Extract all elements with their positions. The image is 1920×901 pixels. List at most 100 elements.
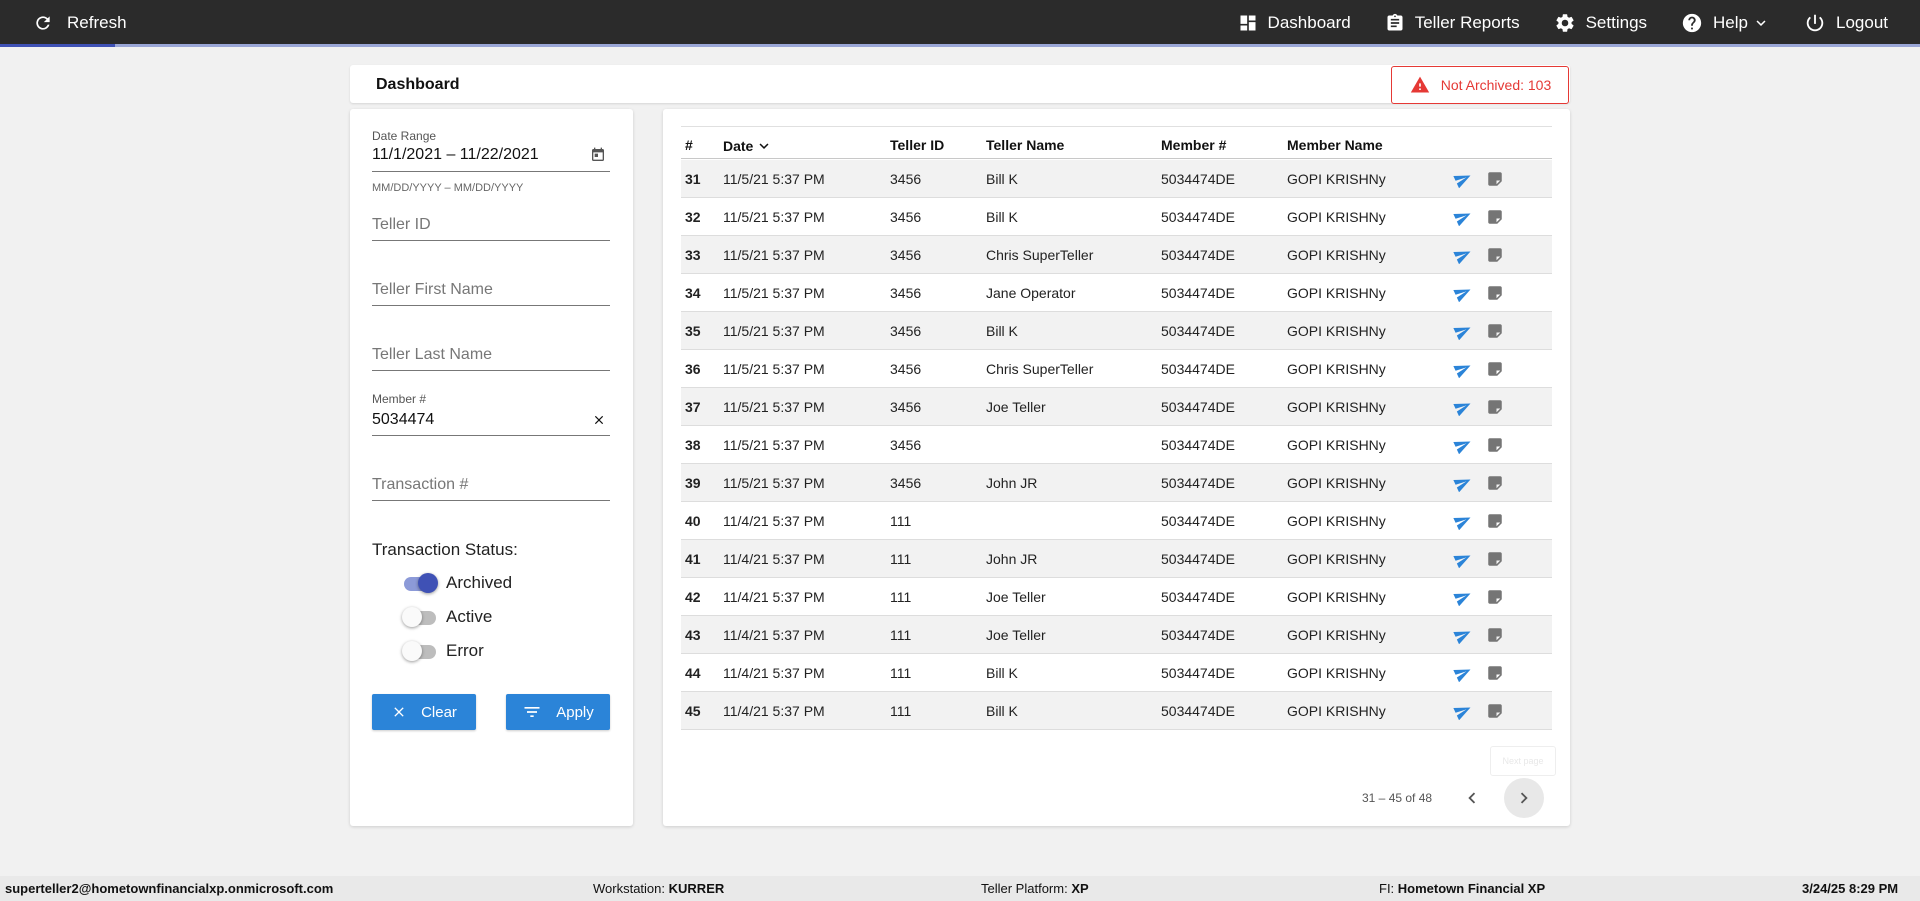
cell-member-name: GOPI KRISHNy	[1287, 589, 1386, 605]
note-icon[interactable]	[1486, 360, 1504, 383]
cell-teller-name: Bill K	[986, 323, 1018, 339]
table-row[interactable]: 38 11/5/21 5:37 PM 3456 5034474DE GOPI KRISH…	[681, 426, 1552, 464]
send-icon[interactable]	[1453, 474, 1473, 497]
nav-logout[interactable]: Logout	[1804, 12, 1888, 34]
clear-member-icon[interactable]	[592, 413, 606, 432]
cell-date: 11/5/21 5:37 PM	[723, 247, 825, 263]
active-switch[interactable]	[402, 607, 436, 627]
table-row[interactable]: 36 11/5/21 5:37 PM 3456 Chris SuperTeller 50…	[681, 350, 1552, 388]
table-row[interactable]: 34 11/5/21 5:37 PM 3456 Jane Operator 503447…	[681, 274, 1552, 312]
nav-settings-label: Settings	[1585, 12, 1648, 32]
cell-date: 11/5/21 5:37 PM	[723, 209, 825, 225]
cell-member-name: GOPI KRISHNy	[1287, 703, 1386, 719]
date-header-label: Date	[723, 138, 754, 154]
nav-dashboard[interactable]: Dashboard	[1238, 13, 1351, 33]
column-header-member-name: Member Name	[1287, 137, 1383, 153]
send-icon[interactable]	[1453, 626, 1473, 649]
cell-teller-name: Joe Teller	[986, 627, 1046, 643]
teller-first-name-input[interactable]: Teller First Name	[372, 279, 610, 306]
table-row[interactable]: 31 11/5/21 5:37 PM 3456 Bill K 5034474DE GOPI…	[681, 160, 1552, 198]
table-row[interactable]: 35 11/5/21 5:37 PM 3456 Bill K 5034474DE GOPI…	[681, 312, 1552, 350]
send-icon[interactable]	[1453, 664, 1473, 687]
cell-teller-id: 111	[890, 513, 912, 529]
note-icon[interactable]	[1486, 436, 1504, 459]
note-icon[interactable]	[1486, 284, 1504, 307]
teller-last-name-input[interactable]: Teller Last Name	[372, 344, 610, 371]
note-icon[interactable]	[1486, 626, 1504, 649]
refresh-icon	[36, 15, 50, 30]
transaction-number-input[interactable]: Transaction #	[372, 474, 610, 501]
note-icon[interactable]	[1486, 322, 1504, 345]
note-icon[interactable]	[1486, 702, 1504, 725]
send-icon[interactable]	[1453, 436, 1473, 459]
table-row[interactable]: 44 11/4/21 5:37 PM 111 Bill K 5034474DE GOPI …	[681, 654, 1552, 692]
refresh-button[interactable]: Refresh	[33, 0, 127, 45]
nav-teller-reports[interactable]: Teller Reports	[1385, 13, 1520, 33]
previous-page-button[interactable]	[1452, 778, 1492, 818]
teller-id-input[interactable]: Teller ID	[372, 214, 610, 241]
chevron-right-icon	[1520, 792, 1528, 804]
send-icon[interactable]	[1453, 322, 1473, 345]
help-icon	[1682, 13, 1702, 32]
close-icon	[394, 707, 404, 717]
cell-teller-id: 111	[890, 703, 912, 719]
note-icon[interactable]	[1486, 398, 1504, 421]
send-icon[interactable]	[1453, 246, 1473, 269]
platform-value: XP	[1071, 881, 1089, 896]
cell-member-name: GOPI KRISHNy	[1287, 513, 1386, 529]
cell-teller-name: Joe Teller	[986, 589, 1046, 605]
cell-date: 11/5/21 5:37 PM	[723, 361, 825, 377]
note-icon[interactable]	[1486, 664, 1504, 687]
toggle-error[interactable]: Error	[402, 641, 484, 661]
calendar-icon[interactable]	[590, 147, 606, 168]
send-icon[interactable]	[1453, 360, 1473, 383]
table-row[interactable]: 42 11/4/21 5:37 PM 111 Joe Teller 5034474DE G…	[681, 578, 1552, 616]
table-row[interactable]: 33 11/5/21 5:37 PM 3456 Chris SuperTeller 50…	[681, 236, 1552, 274]
not-archived-badge[interactable]: Not Archived: 103	[1391, 66, 1569, 104]
filter-icon	[524, 707, 540, 717]
column-header-date[interactable]: Date	[723, 137, 773, 155]
note-icon[interactable]	[1486, 208, 1504, 231]
toggle-archived[interactable]: Archived	[402, 573, 512, 593]
fi-label: FI:	[1379, 881, 1395, 896]
cell-member-number: 5034474DE	[1161, 323, 1235, 339]
next-page-button[interactable]	[1504, 778, 1544, 818]
send-icon[interactable]	[1453, 512, 1473, 535]
error-switch[interactable]	[402, 641, 436, 661]
table-row[interactable]: 45 11/4/21 5:37 PM 111 Bill K 5034474DE GOPI …	[681, 692, 1552, 730]
cell-teller-id: 3456	[890, 171, 922, 187]
note-icon[interactable]	[1486, 512, 1504, 535]
send-icon[interactable]	[1453, 550, 1473, 573]
note-icon[interactable]	[1486, 246, 1504, 269]
table-row[interactable]: 32 11/5/21 5:37 PM 3456 Bill K 5034474DE GOPI…	[681, 198, 1552, 236]
clear-button[interactable]: Clear	[372, 694, 476, 730]
table-row[interactable]: 39 11/5/21 5:37 PM 3456 John JR 5034474DE GOP…	[681, 464, 1552, 502]
table-row[interactable]: 41 11/4/21 5:37 PM 111 John JR 5034474DE GOPI…	[681, 540, 1552, 578]
table-row[interactable]: 40 11/4/21 5:37 PM 111 5034474DE GOPI KRISHN…	[681, 502, 1552, 540]
toggle-active[interactable]: Active	[402, 607, 492, 627]
send-icon[interactable]	[1453, 284, 1473, 307]
send-icon[interactable]	[1453, 588, 1473, 611]
send-icon[interactable]	[1453, 208, 1473, 231]
nav-help[interactable]: Help	[1681, 12, 1770, 34]
table-row[interactable]: 37 11/5/21 5:37 PM 3456 Joe Teller 5034474DE…	[681, 388, 1552, 426]
cell-member-number: 5034474DE	[1161, 399, 1235, 415]
table-row[interactable]: 43 11/4/21 5:37 PM 111 Joe Teller 5034474DE G…	[681, 616, 1552, 654]
send-icon[interactable]	[1453, 170, 1473, 193]
column-header-member-number: Member #	[1161, 137, 1227, 153]
note-icon[interactable]	[1486, 550, 1504, 573]
cell-date: 11/4/21 5:37 PM	[723, 513, 825, 529]
send-icon[interactable]	[1453, 702, 1473, 725]
archived-switch[interactable]	[402, 573, 438, 593]
cell-member-name: GOPI KRISHNy	[1287, 209, 1386, 225]
send-icon[interactable]	[1453, 398, 1473, 421]
date-range-field[interactable]: Date Range 11/1/2021 – 11/22/2021	[372, 129, 610, 172]
note-icon[interactable]	[1486, 170, 1504, 193]
member-number-input[interactable]: Member # 5034474	[372, 392, 610, 436]
note-icon[interactable]	[1486, 474, 1504, 497]
note-icon[interactable]	[1486, 588, 1504, 611]
apply-button[interactable]: Apply	[506, 694, 610, 730]
cell-number: 33	[685, 247, 701, 263]
cell-member-name: GOPI KRISHNy	[1287, 437, 1386, 453]
nav-settings[interactable]: Settings	[1554, 12, 1647, 34]
